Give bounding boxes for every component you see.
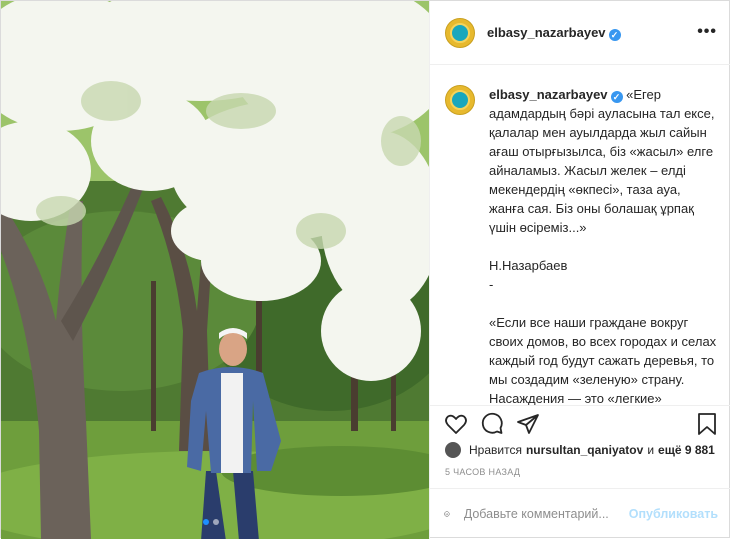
author-avatar[interactable]	[445, 17, 475, 48]
liker-avatar[interactable]	[445, 442, 461, 458]
emoji-icon[interactable]	[444, 503, 450, 525]
carousel-dot-active[interactable]	[203, 519, 209, 525]
username-text[interactable]: elbasy_nazarbayev	[487, 25, 606, 40]
heart-icon[interactable]	[444, 412, 468, 436]
carousel-dot[interactable]	[213, 519, 219, 525]
share-icon[interactable]	[516, 412, 540, 436]
more-icon[interactable]: •••	[697, 23, 717, 41]
caption-kazakh: «Егер адамдардың бәрі ауласына тал ексе,…	[489, 87, 719, 235]
post-photo[interactable]	[1, 1, 429, 539]
liker-username[interactable]: nursultan_qaniyatov	[526, 443, 643, 457]
comment-input[interactable]	[463, 507, 625, 521]
caption-russian: «Если все наши граждане вокруг своих дом…	[489, 315, 717, 405]
post-timestamp[interactable]: 5 ЧАСОВ НАЗАД	[445, 467, 520, 477]
emblem-icon	[450, 22, 470, 43]
emblem-icon	[450, 90, 470, 110]
caption-signature: Н.Назарбаев	[489, 258, 568, 273]
caption-text: elbasy_nazarbayev ✓ «Егер адамдардың бәрі…	[489, 85, 717, 405]
publish-button[interactable]: Опубликовать	[629, 507, 718, 521]
likes-summary: Нравится nursultan_qaniyatov и ещё 9 881	[445, 441, 719, 459]
comment-icon[interactable]	[480, 412, 504, 436]
likes-and: и	[647, 443, 655, 457]
verified-icon: ✓	[610, 91, 623, 103]
author-username[interactable]: elbasy_nazarbayev ✓	[487, 25, 621, 41]
caption-row: elbasy_nazarbayev ✓ «Егер адамдардың бәрі…	[445, 85, 717, 405]
likes-prefix: Нравится	[469, 443, 522, 457]
caption-username[interactable]: elbasy_nazarbayev	[489, 87, 608, 102]
photo-image	[1, 1, 429, 539]
comment-bar: Опубликовать	[430, 488, 730, 539]
likes-count[interactable]: ещё 9 881	[658, 443, 715, 457]
instagram-post: elbasy_nazarbayev ✓ ••• elbasy_nazarbayev…	[0, 0, 730, 539]
caption-scroll-area[interactable]: elbasy_nazarbayev ✓ «Егер адамдардың бәрі…	[430, 65, 730, 405]
caption-separator: -	[489, 277, 494, 292]
verified-icon: ✓	[608, 28, 621, 41]
action-bar	[430, 405, 730, 437]
post-side-panel: elbasy_nazarbayev ✓ ••• elbasy_nazarbayev…	[429, 1, 730, 539]
bookmark-icon[interactable]	[696, 412, 718, 436]
caption-avatar[interactable]	[445, 85, 475, 115]
post-header: elbasy_nazarbayev ✓ •••	[430, 1, 730, 65]
carousel-indicator	[203, 519, 219, 525]
